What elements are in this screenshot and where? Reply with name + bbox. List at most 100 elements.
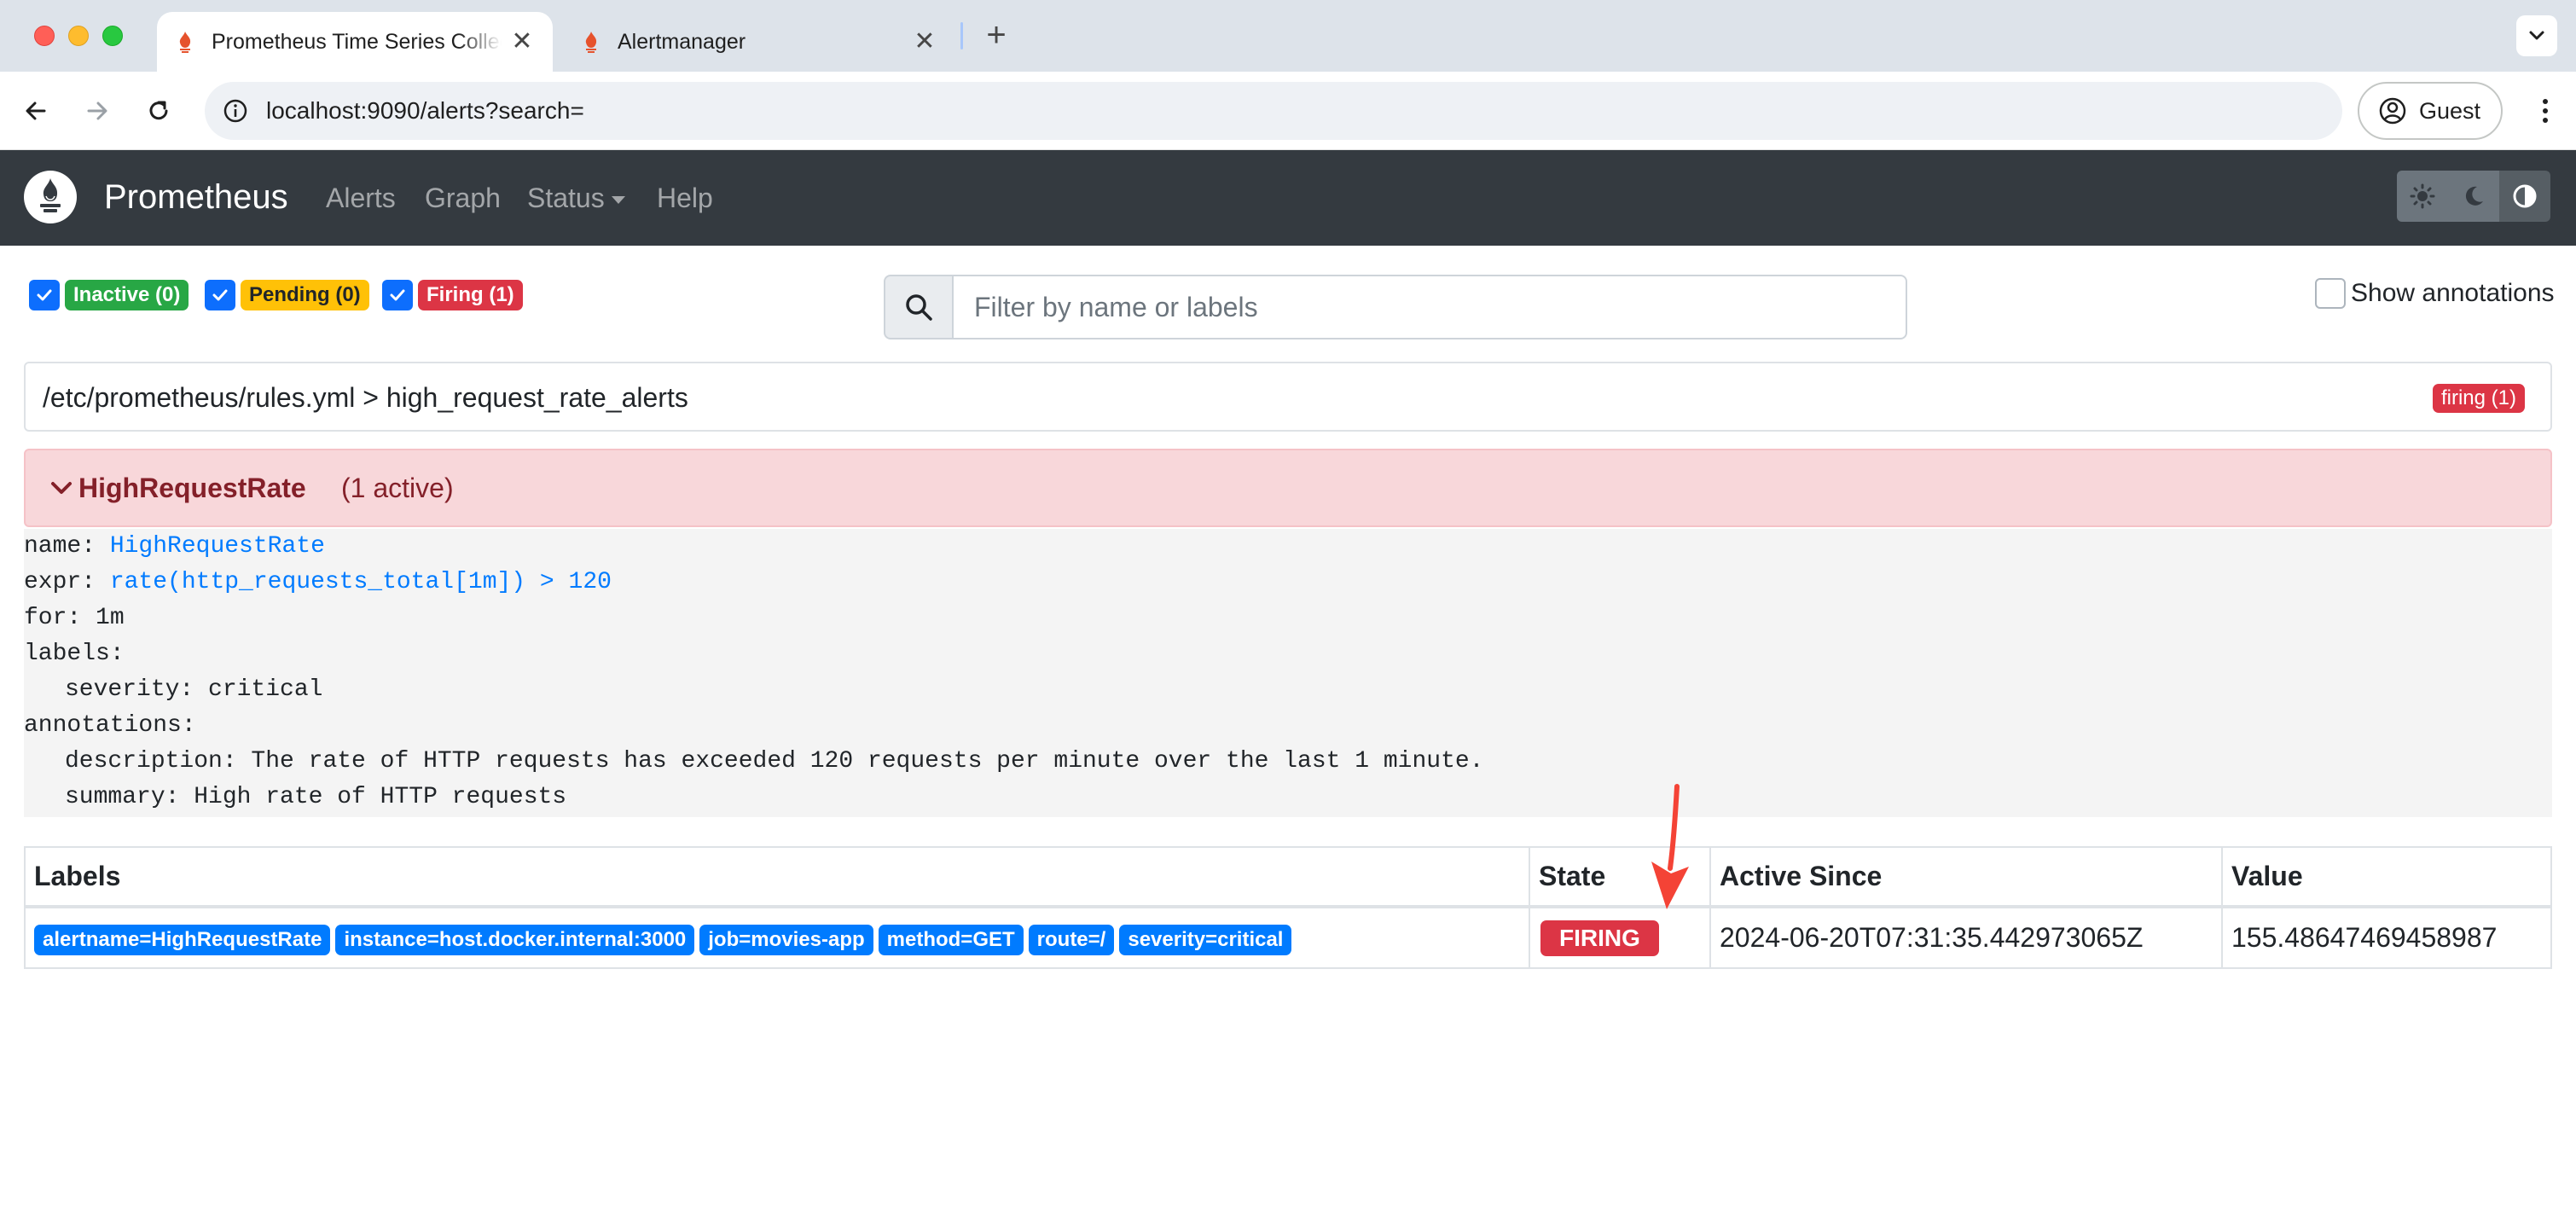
check-icon <box>212 289 228 301</box>
tab-close-icon[interactable]: ✕ <box>913 29 937 55</box>
back-button[interactable] <box>15 90 56 131</box>
column-header-active-since: Active Since <box>1709 846 2223 908</box>
table-header-row: Labels State Active Since Value <box>24 846 2552 908</box>
table-row: alertname=HighRequestRate instance=host.d… <box>24 906 2552 969</box>
annotation-arrow-icon <box>1651 784 1689 909</box>
browser-tab-alertmanager[interactable]: Alertmanager ✕ <box>563 12 955 72</box>
site-info-icon[interactable] <box>222 97 249 125</box>
alert-rule-header[interactable]: HighRequestRate (1 active) <box>24 449 2552 527</box>
firing-checkbox[interactable] <box>382 280 413 310</box>
navbar-brand[interactable]: Prometheus <box>104 176 288 218</box>
label-badge: alertname=HighRequestRate <box>34 924 331 955</box>
alert-rule-name: HighRequestRate <box>78 473 306 503</box>
label-badge: route=/ <box>1028 924 1115 955</box>
tab-title: Prometheus Time Series Collection and Pr… <box>212 29 502 54</box>
nav-graph[interactable]: Graph <box>425 181 501 215</box>
check-icon <box>390 289 405 301</box>
rule-expr-link[interactable]: rate(http_requests_total[1m]) > 120 <box>110 569 612 595</box>
rule-group-header: /etc/prometheus/rules.yml > high_request… <box>24 362 2552 432</box>
moon-icon <box>2465 186 2483 206</box>
chevron-down-icon <box>51 482 72 494</box>
tab-close-icon[interactable]: ✕ <box>510 29 534 55</box>
rule-group-firing-badge: firing (1) <box>2432 384 2525 413</box>
rule-labels-key: labels: <box>24 641 125 667</box>
tab-divider <box>960 22 963 49</box>
account-icon <box>2379 97 2406 125</box>
alertmanager-favicon-icon <box>582 31 600 53</box>
show-annotations-checkbox[interactable] <box>2315 278 2346 309</box>
rule-name-line: name: HighRequestRate <box>24 529 325 565</box>
kebab-menu-icon <box>2543 99 2548 123</box>
browser-toolbar: localhost:9090/alerts?search= Guest <box>0 72 2576 150</box>
search-icon-addon <box>884 275 954 339</box>
caret-down-icon <box>611 196 625 205</box>
search-input[interactable] <box>954 275 1907 339</box>
search-icon <box>906 294 932 321</box>
prometheus-navbar: Prometheus Alerts Graph Status Help <box>0 150 2576 246</box>
sun-icon <box>2410 183 2435 209</box>
show-annotations-toggle[interactable]: Show annotations <box>2315 278 2555 309</box>
window-maximize-button[interactable] <box>102 26 123 46</box>
nav-alerts[interactable]: Alerts <box>326 181 396 215</box>
rule-severity-line: severity: critical <box>65 676 323 703</box>
alert-rule-definition: name: HighRequestRate expr: rate(http_re… <box>24 529 2552 817</box>
label-badge: method=GET <box>878 924 1024 955</box>
theme-dark-button[interactable] <box>2448 171 2499 222</box>
nav-status-label: Status <box>527 183 605 213</box>
rule-description-line: description: The rate of HTTP requests h… <box>65 748 1484 775</box>
show-annotations-label[interactable]: Show annotations <box>2351 279 2555 308</box>
active-since-cell: 2024-06-20T07:31:35.442973065Z <box>1709 906 2223 969</box>
profile-button[interactable]: Guest <box>2358 82 2503 140</box>
theme-auto-button[interactable] <box>2499 171 2550 222</box>
column-header-value: Value <box>2221 846 2552 908</box>
state-cell: FIRING <box>1529 906 1711 969</box>
pending-checkbox[interactable] <box>205 280 235 310</box>
rule-for-line: for: 1m <box>24 605 125 631</box>
browser-tab-prometheus[interactable]: Prometheus Time Series Collection and Pr… <box>157 12 553 72</box>
profile-label: Guest <box>2419 97 2481 124</box>
alert-active-count: (1 active) <box>341 473 454 503</box>
pending-badge[interactable]: Pending (0) <box>241 280 369 310</box>
address-bar[interactable]: localhost:9090/alerts?search= <box>205 82 2342 140</box>
nav-help[interactable]: Help <box>657 181 713 215</box>
check-icon <box>37 289 52 301</box>
inactive-checkbox[interactable] <box>29 280 60 310</box>
chevron-down-icon <box>2529 31 2544 40</box>
labels-cell: alertname=HighRequestRate instance=host.d… <box>24 906 1530 969</box>
browser-menu-button[interactable] <box>2525 90 2566 131</box>
inactive-badge[interactable]: Inactive (0) <box>65 280 189 310</box>
theme-light-button[interactable] <box>2397 171 2448 222</box>
rule-key: expr: <box>24 569 96 595</box>
rule-summary-line: summary: High rate of HTTP requests <box>65 784 567 810</box>
alert-search-group <box>884 275 1907 339</box>
window-minimize-button[interactable] <box>68 26 89 46</box>
prometheus-logo-icon[interactable] <box>24 171 77 223</box>
rule-key: name: <box>24 533 96 560</box>
arrow-right-icon <box>87 102 107 120</box>
rule-name-link[interactable]: HighRequestRate <box>110 533 325 560</box>
column-header-labels: Labels <box>24 846 1530 908</box>
url-text[interactable]: localhost:9090/alerts?search= <box>266 97 584 125</box>
forward-button[interactable] <box>77 90 118 131</box>
firing-badge[interactable]: Firing (1) <box>418 280 523 310</box>
tab-title: Alertmanager <box>618 29 746 54</box>
label-badge: severity=critical <box>1119 924 1292 955</box>
contrast-icon <box>2513 184 2537 208</box>
theme-toggle-group <box>2397 171 2550 222</box>
label-badge: job=movies-app <box>699 924 873 955</box>
value-cell: 155.48647469458987 <box>2221 906 2552 969</box>
nav-status[interactable]: Status <box>527 181 625 215</box>
window-close-button[interactable] <box>34 26 55 46</box>
browser-tab-strip: Prometheus Time Series Collection and Pr… <box>0 0 2576 72</box>
rule-expr-line: expr: rate(http_requests_total[1m]) > 12… <box>24 565 612 600</box>
rule-annotations-key: annotations: <box>24 712 196 739</box>
prometheus-favicon-icon <box>176 31 194 53</box>
new-tab-button[interactable]: + <box>978 17 1015 55</box>
label-badge: instance=host.docker.internal:3000 <box>335 924 695 955</box>
state-firing-badge: FIRING <box>1540 920 1659 956</box>
tab-search-button[interactable] <box>2516 15 2557 56</box>
rule-group-title: /etc/prometheus/rules.yml > high_request… <box>43 382 688 413</box>
active-alerts-table: Labels State Active Since Value alertnam… <box>24 846 2552 969</box>
reload-button[interactable] <box>138 90 179 131</box>
reload-icon <box>149 101 168 120</box>
